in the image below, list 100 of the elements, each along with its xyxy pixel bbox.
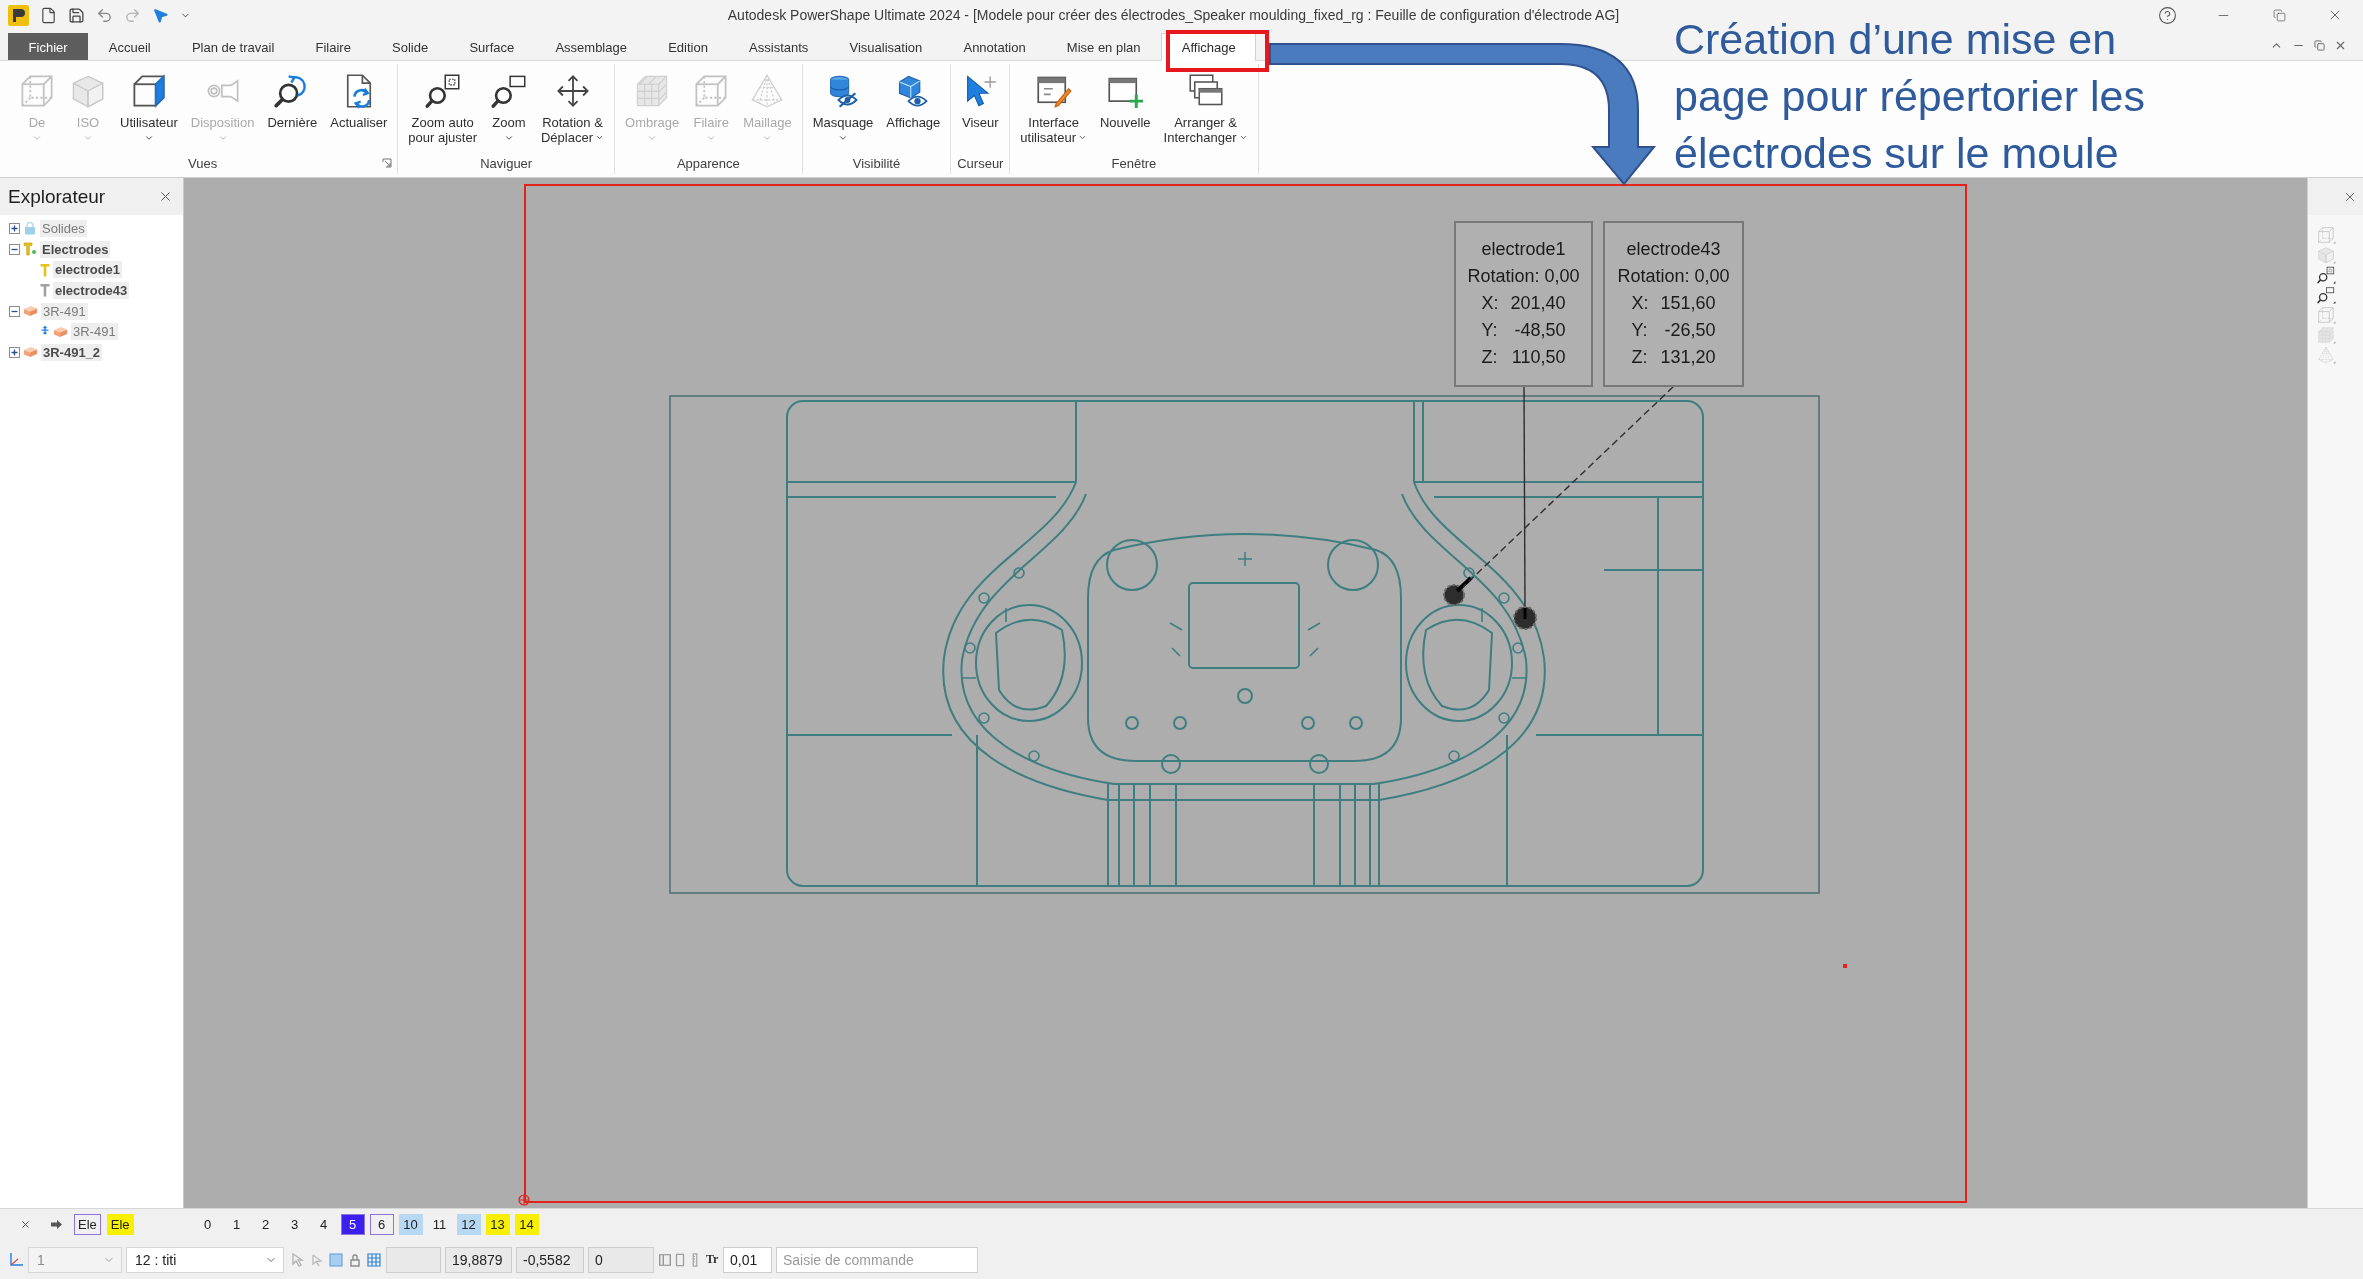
ribbon-tab[interactable]: Assistants xyxy=(728,33,829,60)
group-label: Vues xyxy=(188,155,218,171)
tolerance-field[interactable]: 0,01 xyxy=(723,1246,772,1273)
layer-chip[interactable]: 4 xyxy=(311,1214,336,1235)
layer-chip[interactable]: Ele xyxy=(74,1214,101,1235)
ribbon-button[interactable]: Masquage xyxy=(807,72,879,143)
lock-icon[interactable] xyxy=(347,1251,363,1268)
workplane-icon[interactable] xyxy=(328,1251,344,1268)
ribbon-button[interactable]: Zoom auto pour ajuster xyxy=(403,72,482,145)
user-view-cube-icon xyxy=(130,73,167,109)
point-marker-icon xyxy=(1843,964,1847,968)
layer-chip[interactable]: 12 xyxy=(456,1214,481,1235)
layer-chip[interactable]: 6 xyxy=(369,1214,394,1235)
page-icon[interactable] xyxy=(673,1251,687,1268)
undo-icon[interactable] xyxy=(96,6,113,24)
group-label: Fenêtre xyxy=(1111,155,1157,171)
plus-box-icon[interactable] xyxy=(9,222,20,234)
zoom-box-icon xyxy=(491,73,527,109)
tree-item[interactable]: 3R-491 xyxy=(41,302,88,320)
ribbon-tab[interactable]: Visualisation xyxy=(828,33,943,60)
ribbon-tab[interactable]: Fichier xyxy=(8,33,89,60)
layer-chip[interactable]: 2 xyxy=(253,1214,278,1235)
restore-icon[interactable] xyxy=(2272,8,2286,22)
tree-item[interactable]: Solides xyxy=(40,219,87,237)
ribbon-button[interactable]: Actualiser xyxy=(325,72,393,130)
ribbon-button[interactable]: Viseur xyxy=(956,72,1005,130)
coordinate-value: 110,50 xyxy=(1510,346,1566,369)
plus-box-icon[interactable] xyxy=(9,346,20,358)
restore-icon[interactable] xyxy=(2314,39,2325,51)
ribbon-tab[interactable]: Filaire xyxy=(294,33,372,60)
command-field[interactable]: Saisie de commande xyxy=(776,1246,978,1273)
rotation-label: Rotation: xyxy=(1617,265,1690,288)
axis-label: Z: xyxy=(1481,346,1499,369)
layer-chip[interactable]: 14 xyxy=(514,1214,539,1235)
axis-label: Z: xyxy=(1631,346,1649,369)
cursor-icon[interactable] xyxy=(152,6,169,24)
ribbon-button[interactable]: Zoom xyxy=(485,72,533,143)
annotation-text: Création d’une mise en page pour répertorier les électrodes sur le moule xyxy=(1674,14,2145,179)
axis-label: Y: xyxy=(1481,319,1499,342)
group-label: Visibilité xyxy=(852,155,901,171)
tree-item[interactable]: electrode1 xyxy=(53,261,123,279)
save-icon[interactable] xyxy=(68,6,85,24)
readout-field[interactable] xyxy=(386,1246,441,1273)
close-icon[interactable] xyxy=(158,189,173,204)
ribbon-tab[interactable]: Assemblage xyxy=(534,33,648,60)
zoom-box-icon[interactable] xyxy=(2317,286,2336,304)
help-icon[interactable] xyxy=(2157,5,2177,25)
wireframe-cube-icon xyxy=(19,73,55,109)
layer-chip[interactable]: 11 xyxy=(427,1214,452,1235)
coordinate-field[interactable]: -0,5582 xyxy=(516,1246,584,1273)
tree-item[interactable]: electrode43 xyxy=(53,281,130,299)
ribbon-tab[interactable]: Plan de travail xyxy=(171,33,295,60)
coordinate-value: -26,50 xyxy=(1663,319,1716,342)
axis-icon[interactable] xyxy=(8,1251,24,1268)
layer-chip[interactable]: 3 xyxy=(282,1214,307,1235)
minus-box-icon[interactable] xyxy=(9,305,20,317)
ribbon-button[interactable]: Utilisateur xyxy=(115,72,183,143)
arrow-icon[interactable] xyxy=(51,1220,62,1229)
wireframe-cube-icon xyxy=(693,73,730,109)
block-icon xyxy=(23,305,38,318)
ribbon-button[interactable]: Arranger & Interchanger xyxy=(1158,72,1253,145)
ribbon-tab[interactable]: Mise en plan xyxy=(1046,33,1162,60)
coordinate-field[interactable]: 0 xyxy=(588,1246,654,1273)
tree-item[interactable]: 3R-491_2 xyxy=(41,343,103,361)
ribbon-button[interactable]: Dernière xyxy=(262,72,323,130)
new-file-icon[interactable] xyxy=(40,6,57,24)
layer-chip[interactable]: 1 xyxy=(224,1214,249,1235)
redo-icon[interactable] xyxy=(124,6,141,24)
layer-chip[interactable]: 10 xyxy=(398,1214,423,1235)
layer-chip[interactable]: Ele xyxy=(106,1214,134,1235)
ribbon-button[interactable]: Interface utilisateur xyxy=(1015,72,1092,145)
ribbon-tab[interactable]: Annotation xyxy=(942,33,1047,60)
close-icon[interactable] xyxy=(20,1219,31,1230)
grid-icon[interactable] xyxy=(366,1251,382,1268)
ribbon-button[interactable]: Rotation & Déplacer xyxy=(536,72,609,145)
app-logo-icon[interactable] xyxy=(8,4,29,26)
group-label: Naviguer xyxy=(480,155,533,171)
ribbon-tab[interactable]: Edition xyxy=(647,33,729,60)
panel-icon[interactable] xyxy=(658,1251,672,1268)
tree-item[interactable]: 3R-491 xyxy=(71,323,118,341)
ribbon-tab[interactable]: Solide xyxy=(371,33,449,60)
layer-chip[interactable]: 13 xyxy=(485,1214,510,1235)
coordinate-field[interactable]: 19,8879 xyxy=(445,1246,512,1273)
layer-chip[interactable]: 5 xyxy=(340,1214,365,1235)
minus-box-icon[interactable] xyxy=(9,243,20,255)
layer-chip[interactable]: 0 xyxy=(195,1214,220,1235)
dialog-launcher-icon[interactable] xyxy=(382,158,393,168)
zoom-fit-icon[interactable] xyxy=(2317,266,2336,284)
group-label: Curseur xyxy=(957,155,1004,171)
axis-label: X: xyxy=(1481,292,1499,315)
rotation-label: Rotation: xyxy=(1467,265,1540,288)
callout-title: electrode1 xyxy=(1481,238,1566,261)
ribbon-button[interactable]: Nouvelle xyxy=(1094,72,1156,130)
ribbon-tab[interactable]: Surface xyxy=(448,33,535,60)
ribbon-button[interactable]: Affichage xyxy=(881,72,946,130)
coordinate-value: 131,20 xyxy=(1660,346,1716,369)
layer-select[interactable]: 12 : titi xyxy=(126,1246,284,1273)
tree-item[interactable]: Electrodes xyxy=(40,240,111,258)
electrode-marker xyxy=(1513,606,1537,630)
ribbon-tab[interactable]: Accueil xyxy=(88,33,172,60)
